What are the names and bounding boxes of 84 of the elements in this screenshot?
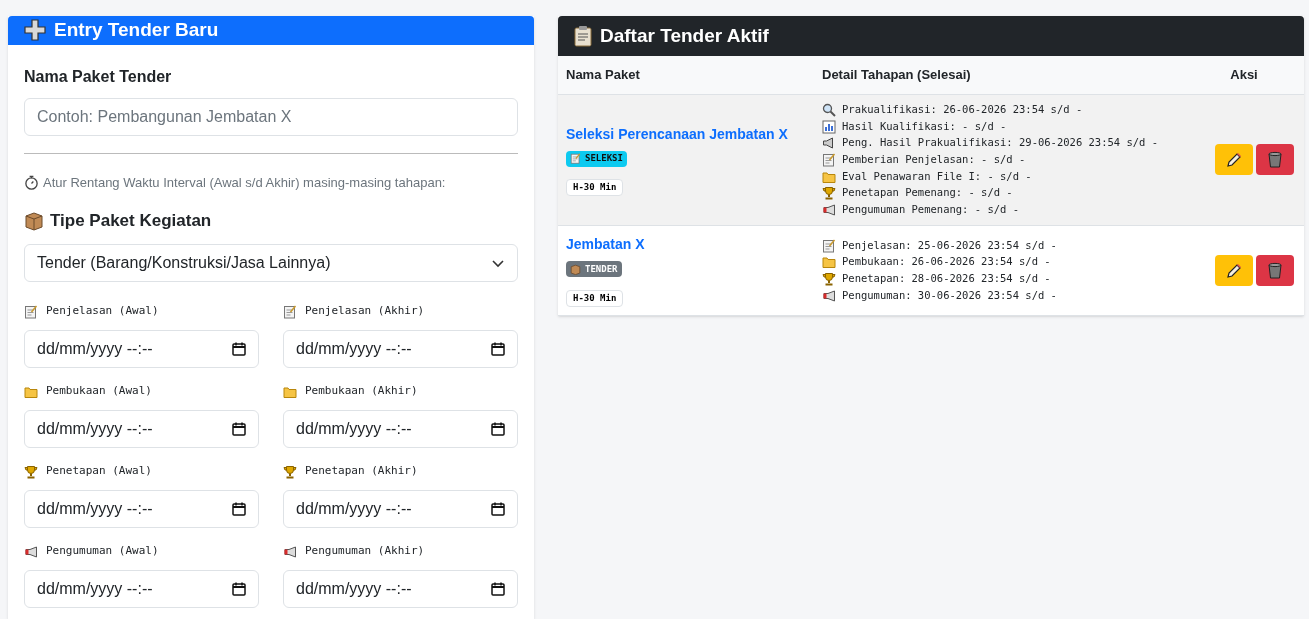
section-heading: Tipe Paket Kegiatan bbox=[50, 210, 212, 232]
memo-icon bbox=[283, 304, 297, 319]
phase-text: Penjelasan: 25-06-2026 23:54 s/d - bbox=[842, 237, 1057, 253]
delete-button[interactable] bbox=[1255, 144, 1294, 176]
input-field[interactable]: Contoh: Pembangunan Jembatan X bbox=[24, 97, 518, 136]
datetime-field[interactable]: dd/mm/yyyy --:-- bbox=[24, 569, 259, 608]
trophy-icon bbox=[283, 464, 297, 479]
delete-button[interactable] bbox=[1255, 255, 1294, 287]
calendar-icon bbox=[232, 501, 246, 516]
phase-text: Hasil Kualifikasi: - s/d - bbox=[842, 118, 1007, 134]
reminder-badge: H-30 Min bbox=[566, 289, 624, 307]
calendar-icon bbox=[491, 421, 505, 436]
panel-title: Daftar Tender Aktif bbox=[600, 23, 769, 48]
calendar-icon bbox=[491, 581, 505, 596]
megaphone-icon bbox=[24, 544, 38, 559]
panel-title: Entry Tender Baru bbox=[54, 18, 219, 42]
type-badge: SELEKSI bbox=[566, 150, 627, 167]
phase-text: Pengumuman: 30-06-2026 23:54 s/d - bbox=[842, 287, 1057, 303]
select-field[interactable]: Tender (Barang/Konstruksi/Jasa Lainnya) bbox=[24, 243, 518, 282]
bar-chart-icon bbox=[822, 119, 836, 134]
package-link[interactable]: Seleksi Perencanaan Jembatan X bbox=[566, 123, 814, 145]
column-header: Detail Tahapan (Selesai) bbox=[822, 67, 971, 82]
field-label: Penetapan (Awal) bbox=[46, 463, 152, 480]
datetime-field[interactable]: dd/mm/yyyy --:-- bbox=[283, 489, 518, 528]
field-label: Penjelasan (Akhir) bbox=[305, 303, 425, 320]
folder-icon bbox=[24, 384, 38, 399]
trophy-icon bbox=[822, 186, 836, 201]
megaphone-icon bbox=[822, 202, 836, 217]
folder-icon bbox=[822, 255, 836, 270]
field-label: Pengumuman (Akhir) bbox=[305, 543, 425, 560]
hint-text: Atur Rentang Waktu Interval (Awal s/d Akhir) masing-masing tahapan: bbox=[43, 173, 446, 192]
edit-button[interactable] bbox=[1214, 255, 1253, 287]
folder-icon bbox=[822, 169, 836, 184]
field-label: Penetapan (Akhir) bbox=[305, 463, 418, 480]
package-link[interactable]: Jembatan X bbox=[566, 234, 814, 256]
edit-button[interactable] bbox=[1214, 144, 1253, 176]
type-badge: TENDER bbox=[566, 261, 622, 278]
trophy-icon bbox=[24, 464, 38, 479]
field-label: Penjelasan (Awal) bbox=[46, 303, 159, 320]
memo-icon bbox=[822, 238, 836, 253]
field-label: Pengumuman (Awal) bbox=[46, 543, 159, 560]
phase-text: Penetapan: 28-06-2026 23:54 s/d - bbox=[842, 271, 1051, 287]
datetime-field[interactable]: dd/mm/yyyy --:-- bbox=[283, 329, 518, 368]
calendar-icon bbox=[232, 421, 246, 436]
phase-text: Pembukaan: 26-06-2026 23:54 s/d - bbox=[842, 254, 1051, 270]
field-label: Nama Paket Tender bbox=[24, 66, 173, 87]
reminder-badge: H-30 Min bbox=[566, 179, 624, 197]
megaphone-icon bbox=[283, 544, 297, 559]
memo-icon bbox=[570, 153, 581, 165]
clipboard-icon bbox=[574, 25, 592, 47]
calendar-icon bbox=[491, 501, 505, 516]
datetime-field[interactable]: dd/mm/yyyy --:-- bbox=[24, 329, 259, 368]
trash-icon bbox=[1266, 151, 1283, 169]
trophy-icon bbox=[822, 271, 836, 286]
field-label: Pembukaan (Awal) bbox=[46, 383, 152, 400]
phase-text: Peng. Hasil Prakualifikasi: 29-06-2026 23:54 s/d - bbox=[842, 135, 1159, 151]
column-header: Nama Paket bbox=[566, 67, 640, 82]
stopwatch-icon bbox=[24, 174, 39, 190]
datetime-field[interactable]: dd/mm/yyyy --:-- bbox=[24, 489, 259, 528]
calendar-icon bbox=[491, 341, 505, 356]
folder-icon bbox=[283, 384, 297, 399]
datetime-field[interactable]: dd/mm/yyyy --:-- bbox=[24, 409, 259, 448]
box-icon bbox=[24, 210, 44, 231]
calendar-icon bbox=[232, 581, 246, 596]
megaphone-icon bbox=[822, 288, 836, 303]
loudspeaker-icon bbox=[822, 136, 836, 151]
field-label: Pembukaan (Akhir) bbox=[305, 383, 418, 400]
column-header: Aksi bbox=[1230, 67, 1258, 82]
calendar-icon bbox=[232, 341, 246, 356]
phase-text: Penetapan Pemenang: - s/d - bbox=[842, 185, 1013, 201]
memo-icon bbox=[24, 304, 38, 319]
datetime-field[interactable]: dd/mm/yyyy --:-- bbox=[283, 569, 518, 608]
search-icon bbox=[822, 102, 836, 117]
phase-text: Eval Penawaran File I: - s/d - bbox=[842, 168, 1032, 184]
plus-icon bbox=[24, 19, 46, 42]
datetime-field[interactable]: dd/mm/yyyy --:-- bbox=[283, 409, 518, 448]
pencil-icon bbox=[1225, 151, 1242, 168]
phase-text: Prakualifikasi: 26-06-2026 23:54 s/d - bbox=[842, 101, 1083, 117]
pencil-icon bbox=[1225, 262, 1242, 279]
phase-text: Pengumuman Pemenang: - s/d - bbox=[842, 202, 1019, 218]
box-icon bbox=[570, 263, 581, 275]
trash-icon bbox=[1266, 262, 1283, 280]
phase-text: Pemberian Penjelasan: - s/d - bbox=[842, 152, 1026, 168]
memo-icon bbox=[822, 152, 836, 167]
